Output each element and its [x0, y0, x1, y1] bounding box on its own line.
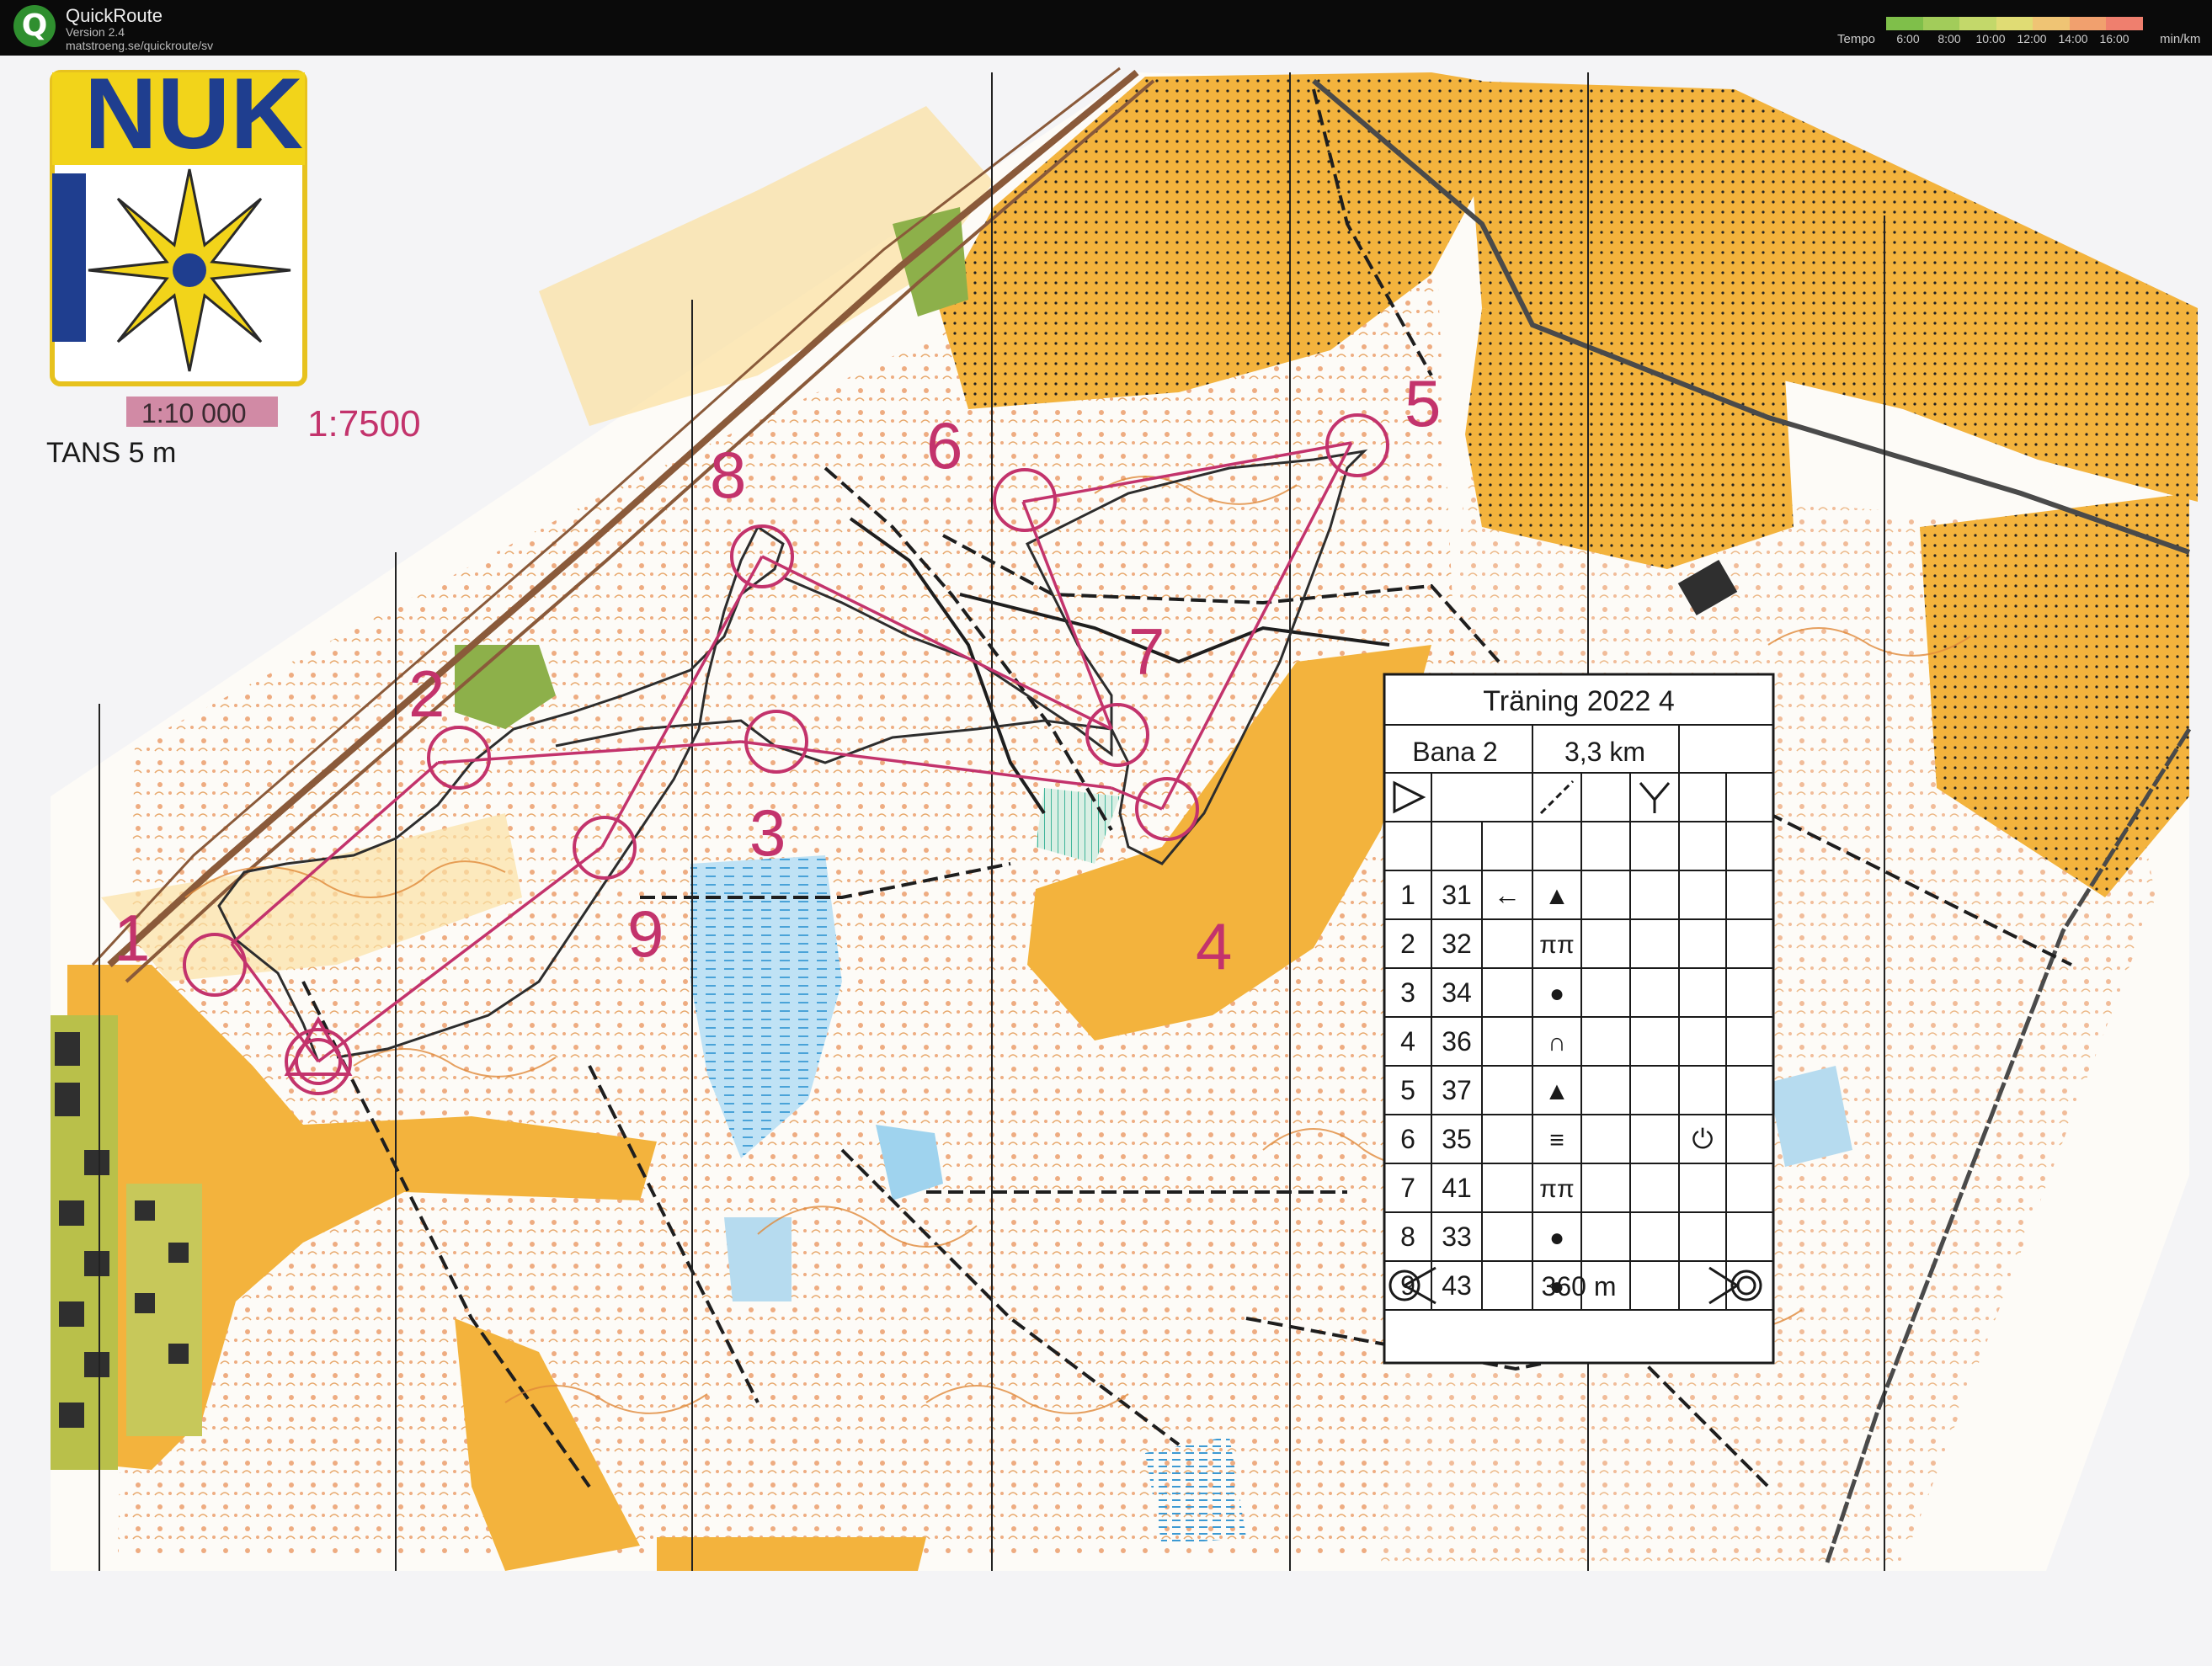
- sheet-feature: ππ: [1539, 1175, 1574, 1203]
- sheet-num: 8: [1400, 1222, 1415, 1252]
- open-field-south-edge: [657, 1537, 926, 1571]
- sheet-num: 5: [1400, 1075, 1415, 1105]
- sheet-course: Bana 2: [1412, 737, 1497, 767]
- water-south: [724, 1217, 792, 1301]
- quickroute-logo-icon: Q: [13, 5, 56, 47]
- sheet-finish-distance: 360 m: [1542, 1271, 1617, 1301]
- control-number-3: 3: [749, 796, 786, 870]
- control-number-4: 4: [1196, 909, 1232, 983]
- sheet-feature: ∩: [1548, 1029, 1566, 1057]
- control-number-9: 9: [627, 897, 664, 971]
- sheet-direction: ←: [1494, 880, 1521, 910]
- sheet-code: 43: [1442, 1270, 1472, 1301]
- sheet-feature: ▲: [1544, 882, 1570, 910]
- svg-text:NUK: NUK: [84, 57, 303, 170]
- tempo-unit: min/km: [2160, 32, 2201, 46]
- orienteering-map[interactable]: NUK 1:10 000 1:7500 TANS 5 m 1 2 3 4 5 6…: [0, 56, 2212, 1666]
- sheet-code: 35: [1442, 1124, 1472, 1154]
- control-number-8: 8: [710, 438, 746, 512]
- sheet-feature: ππ: [1539, 931, 1574, 959]
- app-title: QuickRoute: [66, 5, 163, 26]
- sheet-feature: ▲: [1544, 1078, 1570, 1105]
- control-description-sheet: Träning 2022 4 Bana 2 3,3 km 1 31 ← ▲ 2 32 ππ 3…: [1383, 673, 1775, 1365]
- control-number-7: 7: [1128, 615, 1165, 689]
- tempo-color-scale: [1886, 17, 2144, 30]
- sheet-title: Träning 2022 4: [1483, 685, 1674, 717]
- contour-interval: TANS 5 m: [46, 437, 176, 469]
- sheet-code: 36: [1442, 1026, 1472, 1057]
- scale-new: 1:7500: [307, 403, 421, 444]
- control-number-5: 5: [1404, 366, 1441, 440]
- sheet-num: 4: [1400, 1026, 1415, 1057]
- sheet-feature: ≡: [1549, 1126, 1564, 1154]
- sheet-code: 33: [1442, 1222, 1472, 1252]
- sheet-appearance: ⏻: [1692, 1124, 1713, 1154]
- sheet-num: 6: [1400, 1124, 1415, 1154]
- control-number-2: 2: [408, 657, 445, 731]
- marsh-south: [1145, 1436, 1246, 1546]
- tempo-scale-segment: [1922, 17, 1960, 30]
- sheet-length: 3,3 km: [1564, 737, 1645, 767]
- control-number-6: 6: [926, 408, 962, 482]
- map-canvas[interactable]: NUK 1:10 000 1:7500 TANS 5 m 1 2 3 4 5 6…: [0, 56, 2212, 1666]
- tempo-scale-segment: [2106, 17, 2144, 30]
- sheet-feature: ●: [1549, 980, 1564, 1008]
- tempo-tick-label: 6:00: [1896, 32, 1920, 45]
- tempo-tick-label: 8:00: [1937, 32, 1961, 45]
- app-url[interactable]: matstroeng.se/quickroute/sv: [66, 39, 213, 52]
- sheet-code: 37: [1442, 1075, 1472, 1105]
- control-number-1: 1: [114, 901, 150, 975]
- app-version: Version 2.4: [66, 25, 125, 39]
- scale-old: 1:10 000: [141, 398, 247, 428]
- sheet-code: 41: [1442, 1173, 1472, 1203]
- app-toolbar: Q QuickRoute Version 2.4 matstroeng.se/q…: [0, 0, 2212, 56]
- sheet-code: 32: [1442, 929, 1472, 959]
- tempo-tick-label: 12:00: [2017, 32, 2047, 45]
- sheet-num: 7: [1400, 1173, 1415, 1203]
- sheet-feature: ●: [1549, 1224, 1564, 1252]
- sheet-code: 31: [1442, 880, 1472, 910]
- tempo-scale-segment: [2033, 17, 2071, 30]
- tempo-tick-label: 14:00: [2058, 32, 2088, 45]
- tempo-scale-segment: [1959, 17, 1997, 30]
- tempo-scale-segment: [1886, 17, 1924, 30]
- sheet-num: 2: [1400, 929, 1415, 959]
- sheet-code: 34: [1442, 977, 1472, 1008]
- tempo-legend-label: Tempo: [1837, 32, 1876, 46]
- club-logo: NUK: [50, 57, 307, 386]
- tempo-tick-label: 16:00: [2099, 32, 2129, 45]
- tempo-tick-label: 10:00: [1975, 32, 2006, 45]
- tempo-scale-segment: [2069, 17, 2107, 30]
- sheet-num: 1: [1400, 880, 1415, 910]
- tempo-scale-segment: [1996, 17, 2033, 30]
- sheet-num: 3: [1400, 977, 1415, 1008]
